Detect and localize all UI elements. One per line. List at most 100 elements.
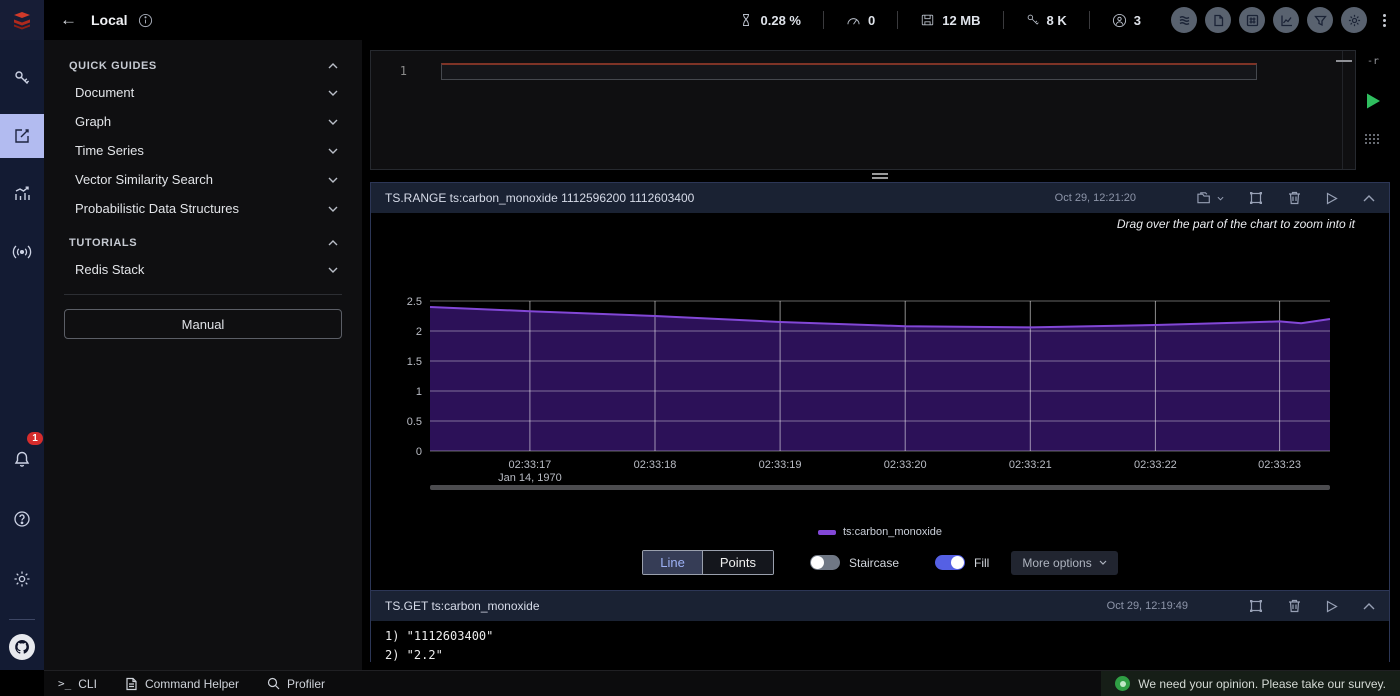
database-name: Local bbox=[91, 12, 128, 28]
timeseries-module-icon[interactable] bbox=[1273, 7, 1299, 33]
fullscreen-button[interactable] bbox=[1249, 191, 1263, 205]
guide-item-time-series[interactable]: Time Series bbox=[44, 136, 362, 165]
search-module-icon[interactable] bbox=[1171, 7, 1197, 33]
overflow-menu-icon[interactable] bbox=[1383, 14, 1386, 27]
editor-scrollbar[interactable] bbox=[1342, 51, 1355, 169]
command-timestamp: Oct 29, 12:21:20 bbox=[1055, 192, 1136, 204]
main-shell: 1 bbox=[0, 40, 1400, 670]
chevron-down-icon bbox=[1099, 560, 1107, 565]
svg-text:Jan 14, 1970: Jan 14, 1970 bbox=[498, 472, 562, 483]
guide-item-vector-similarity-search[interactable]: Vector Similarity Search bbox=[44, 165, 362, 194]
bottombar: >_ CLI Command Helper Profiler We need y… bbox=[44, 670, 1400, 696]
chevron-up-icon bbox=[328, 240, 338, 246]
workbench-main: 1 -r bbox=[362, 40, 1400, 670]
stat-cpu: 0.28 % bbox=[740, 13, 801, 28]
delete-result-button[interactable] bbox=[1288, 599, 1301, 613]
analytics-icon bbox=[13, 185, 31, 203]
command-editor[interactable]: 1 bbox=[370, 50, 1356, 170]
editor-current-line-input[interactable] bbox=[441, 63, 1257, 80]
github-icon[interactable] bbox=[9, 634, 35, 660]
db-info-icon[interactable] bbox=[138, 13, 153, 28]
redisinsight-app: ← Local 0.28 % 0 bbox=[0, 0, 1400, 696]
chart-controls: Line Points Staircase Fill More opti bbox=[371, 550, 1389, 575]
command-timestamp: Oct 29, 12:19:49 bbox=[1107, 600, 1188, 612]
help-icon bbox=[13, 510, 31, 528]
survey-text: We need your opinion. Please take our su… bbox=[1138, 677, 1386, 691]
sidebar-item-workbench[interactable] bbox=[0, 114, 44, 158]
redis-logo[interactable] bbox=[0, 0, 44, 40]
run-button[interactable] bbox=[1363, 91, 1383, 114]
command-helper-button[interactable]: Command Helper bbox=[125, 677, 239, 691]
sidebar-item-settings[interactable] bbox=[0, 557, 44, 601]
survey-banner[interactable]: We need your opinion. Please take our su… bbox=[1101, 671, 1400, 696]
editor-resize-handle[interactable] bbox=[370, 170, 1390, 182]
result-card-ts-range: TS.RANGE ts:carbon_monoxide 1112596200 1… bbox=[370, 182, 1390, 591]
fill-toggle[interactable] bbox=[935, 555, 965, 570]
sidebar-item-browser[interactable] bbox=[0, 56, 44, 100]
command-text: TS.RANGE ts:carbon_monoxide 1112596200 1… bbox=[385, 191, 1055, 205]
guide-item-graph[interactable]: Graph bbox=[44, 107, 362, 136]
chevron-down-icon bbox=[328, 119, 338, 125]
points-button[interactable]: Points bbox=[703, 551, 773, 574]
result-card-ts-get: TS.GET ts:carbon_monoxide Oct 29, 12:19:… bbox=[370, 591, 1390, 662]
stat-memory: 12 MB bbox=[920, 13, 980, 28]
legend-label: ts:carbon_monoxide bbox=[843, 526, 942, 538]
trash-icon bbox=[1288, 599, 1301, 613]
delete-result-button[interactable] bbox=[1288, 191, 1301, 205]
section-tutorials[interactable]: TUTORIALS bbox=[44, 231, 362, 255]
svg-text:02:33:21: 02:33:21 bbox=[1009, 459, 1052, 471]
drag-handle-icon[interactable] bbox=[1365, 134, 1381, 146]
timeseries-chart[interactable]: 00.511.522.502:33:17Jan 14, 197002:33:18… bbox=[371, 231, 1389, 483]
view-selector-icon bbox=[1197, 191, 1214, 205]
sidebar-item-help[interactable] bbox=[0, 497, 44, 541]
back-button[interactable]: ← bbox=[60, 10, 77, 30]
graph-module-icon[interactable] bbox=[1239, 7, 1265, 33]
chart-horizontal-scrollbar[interactable] bbox=[430, 485, 1330, 490]
divider bbox=[1089, 11, 1090, 29]
view-selector-button[interactable] bbox=[1197, 191, 1224, 205]
redis-logo-icon bbox=[11, 9, 33, 31]
chevron-down-icon bbox=[328, 206, 338, 212]
svg-text:2: 2 bbox=[416, 326, 422, 338]
document-icon bbox=[125, 677, 138, 691]
profiler-button[interactable]: Profiler bbox=[267, 677, 325, 691]
tutorial-item-redis-stack[interactable]: Redis Stack bbox=[44, 255, 362, 284]
magnifier-icon bbox=[267, 677, 280, 690]
staircase-toggle[interactable] bbox=[810, 555, 840, 570]
section-quick-guides[interactable]: QUICK GUIDES bbox=[44, 54, 362, 78]
collapse-result-button[interactable] bbox=[1363, 603, 1375, 610]
chevron-down-icon bbox=[1217, 196, 1224, 201]
rerun-command-button[interactable] bbox=[1326, 600, 1338, 613]
terminal-icon: >_ bbox=[58, 677, 71, 690]
legend-swatch bbox=[818, 530, 836, 535]
sidebar-item-notifications[interactable]: 1 bbox=[0, 437, 44, 481]
play-icon bbox=[1363, 91, 1383, 111]
pubsub-icon bbox=[12, 244, 32, 260]
cli-button[interactable]: >_ CLI bbox=[58, 677, 97, 691]
guide-item-document[interactable]: Document bbox=[44, 78, 362, 107]
line-button[interactable]: Line bbox=[643, 551, 703, 574]
chart-legend[interactable]: ts:carbon_monoxide bbox=[371, 526, 1389, 538]
svg-text:0: 0 bbox=[416, 446, 422, 458]
collapse-result-button[interactable] bbox=[1363, 195, 1375, 202]
gear-icon bbox=[13, 570, 31, 588]
fullscreen-button[interactable] bbox=[1249, 599, 1263, 613]
json-module-icon[interactable] bbox=[1205, 7, 1231, 33]
sidebar-bottom: 1 bbox=[0, 437, 44, 670]
bloom-module-icon[interactable] bbox=[1307, 7, 1333, 33]
line-points-toggle-group: Line Points bbox=[642, 550, 774, 575]
gears-module-icon[interactable] bbox=[1341, 7, 1367, 33]
command-text: TS.GET ts:carbon_monoxide bbox=[385, 599, 1107, 613]
guide-item-probabilistic-data-structures[interactable]: Probabilistic Data Structures bbox=[44, 194, 362, 223]
bell-icon bbox=[13, 450, 31, 468]
manual-button[interactable]: Manual bbox=[64, 309, 342, 339]
rerun-command-button[interactable] bbox=[1326, 192, 1338, 205]
svg-text:02:33:17: 02:33:17 bbox=[508, 459, 551, 471]
more-options-button[interactable]: More options bbox=[1011, 551, 1117, 575]
sidebar-item-analytics[interactable] bbox=[0, 172, 44, 216]
sidebar-item-pubsub[interactable] bbox=[0, 230, 44, 274]
survey-icon bbox=[1115, 676, 1130, 691]
cpu-usage-icon bbox=[740, 13, 754, 27]
svg-text:02:33:23: 02:33:23 bbox=[1258, 459, 1301, 471]
svg-text:0.5: 0.5 bbox=[407, 416, 422, 428]
